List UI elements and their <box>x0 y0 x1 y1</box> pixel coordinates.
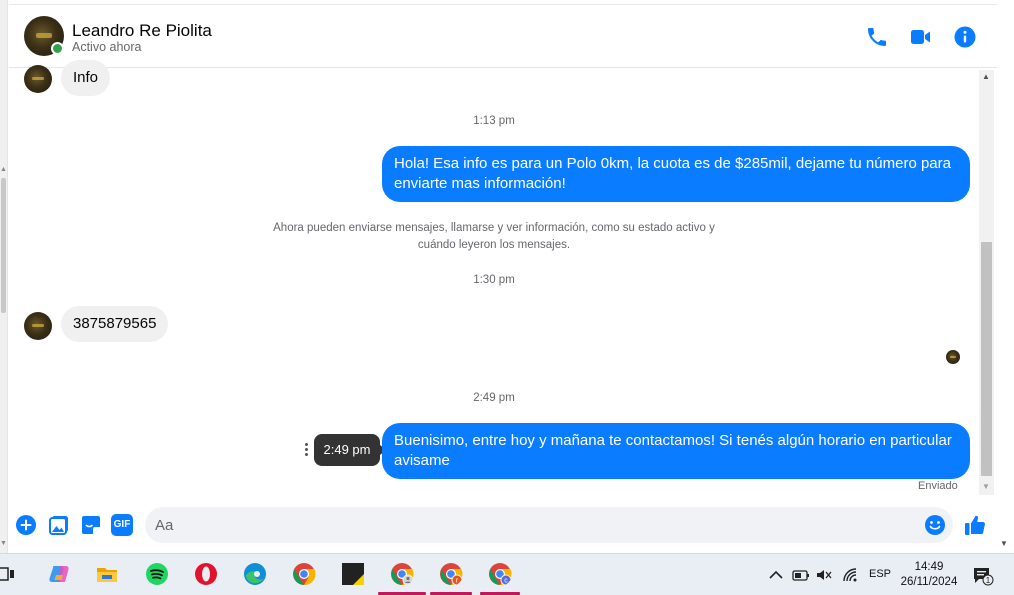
message-timestamp: 1:13 pm <box>473 115 515 127</box>
contact-message-avatar[interactable] <box>24 65 52 93</box>
contact-status: Activo ahora <box>72 40 142 54</box>
edge-icon[interactable] <box>243 562 267 586</box>
left-scrollbar-thumb[interactable] <box>1 178 6 313</box>
message-timestamp: 1:30 pm <box>473 274 515 286</box>
info-icon[interactable] <box>953 25 977 49</box>
message-timestamp: 2:49 pm <box>473 392 515 404</box>
incoming-message[interactable]: 3875879565 <box>61 306 169 342</box>
outgoing-message[interactable]: Buenisimo, entre hoy y mañana te contact… <box>382 423 970 479</box>
language-indicator[interactable]: ESP <box>869 568 891 580</box>
chrome-profile-c-icon[interactable]: c <box>488 562 512 586</box>
right-margin <box>997 0 1014 553</box>
gif-icon[interactable]: GIF <box>111 514 133 536</box>
sent-status: Enviado <box>918 480 958 492</box>
scroll-up-arrow-icon[interactable]: ▲ <box>0 166 7 173</box>
wifi-icon[interactable] <box>842 567 858 583</box>
conversation-scrollbar[interactable]: ▲ ▼ <box>979 70 994 495</box>
file-explorer-icon[interactable] <box>95 562 119 586</box>
chevron-up-icon[interactable] <box>769 570 783 580</box>
system-notice: Ahora pueden enviarse mensajes, llamarse… <box>273 222 715 251</box>
messenger-window: ▲ ▼ Leandro Re Piolita Activo ahora ▲ ▼ … <box>0 0 1014 553</box>
scroll-down-arrow-icon[interactable]: ▼ <box>0 540 7 547</box>
system-clock[interactable]: 14:49 26/11/2024 <box>892 560 966 590</box>
sticky-notes-icon[interactable] <box>341 562 365 586</box>
chat-header: Leandro Re Piolita Activo ahora <box>9 4 997 68</box>
add-icon[interactable] <box>15 514 37 536</box>
chrome-profile-r-icon[interactable]: r <box>439 562 463 586</box>
clock-time: 14:49 <box>914 561 944 573</box>
emoji-icon[interactable] <box>924 514 946 536</box>
like-icon[interactable] <box>963 513 987 537</box>
contact-name[interactable]: Leandro Re Piolita <box>72 21 212 41</box>
opera-icon[interactable] <box>194 562 218 586</box>
timestamp-tooltip: 2:49 pm <box>314 434 386 466</box>
outgoing-message[interactable]: Hola! Esa info es para un Polo 0km, la c… <box>382 146 970 202</box>
message-input[interactable] <box>155 514 915 536</box>
left-scrollbar[interactable]: ▲ ▼ <box>0 0 8 553</box>
online-status-dot <box>51 42 64 55</box>
seen-receipt-avatar <box>946 350 960 364</box>
phone-icon[interactable] <box>865 25 889 49</box>
sticker-icon[interactable] <box>80 514 102 536</box>
chrome-profile-1-icon[interactable] <box>390 562 414 586</box>
spotify-icon[interactable] <box>145 562 169 586</box>
notifications-icon[interactable]: 1 <box>972 566 994 586</box>
volume-muted-icon[interactable] <box>816 568 832 582</box>
profile-badge-c: c <box>504 578 508 585</box>
conversation-scrollbar-thumb[interactable] <box>981 242 992 476</box>
notification-count: 1 <box>986 576 991 585</box>
chrome-icon[interactable] <box>292 562 316 586</box>
contact-message-avatar[interactable] <box>24 312 52 340</box>
clock-date: 26/11/2024 <box>900 576 958 588</box>
copilot-icon[interactable] <box>47 562 71 586</box>
message-composer[interactable] <box>145 507 953 543</box>
image-icon[interactable] <box>48 514 70 536</box>
incoming-message[interactable]: Info <box>61 60 111 96</box>
video-icon[interactable] <box>909 25 933 49</box>
battery-icon[interactable] <box>792 568 810 582</box>
more-options-icon[interactable] <box>303 443 309 459</box>
scroll-down-arrow-icon[interactable]: ▼ <box>1000 539 1008 548</box>
windows-taskbar: r c ESP 14:49 26/11/2024 1 <box>0 553 1014 595</box>
scroll-down-arrow-icon[interactable]: ▼ <box>982 482 990 491</box>
scroll-up-arrow-icon[interactable]: ▲ <box>982 72 990 81</box>
task-view-icon[interactable] <box>0 562 20 586</box>
